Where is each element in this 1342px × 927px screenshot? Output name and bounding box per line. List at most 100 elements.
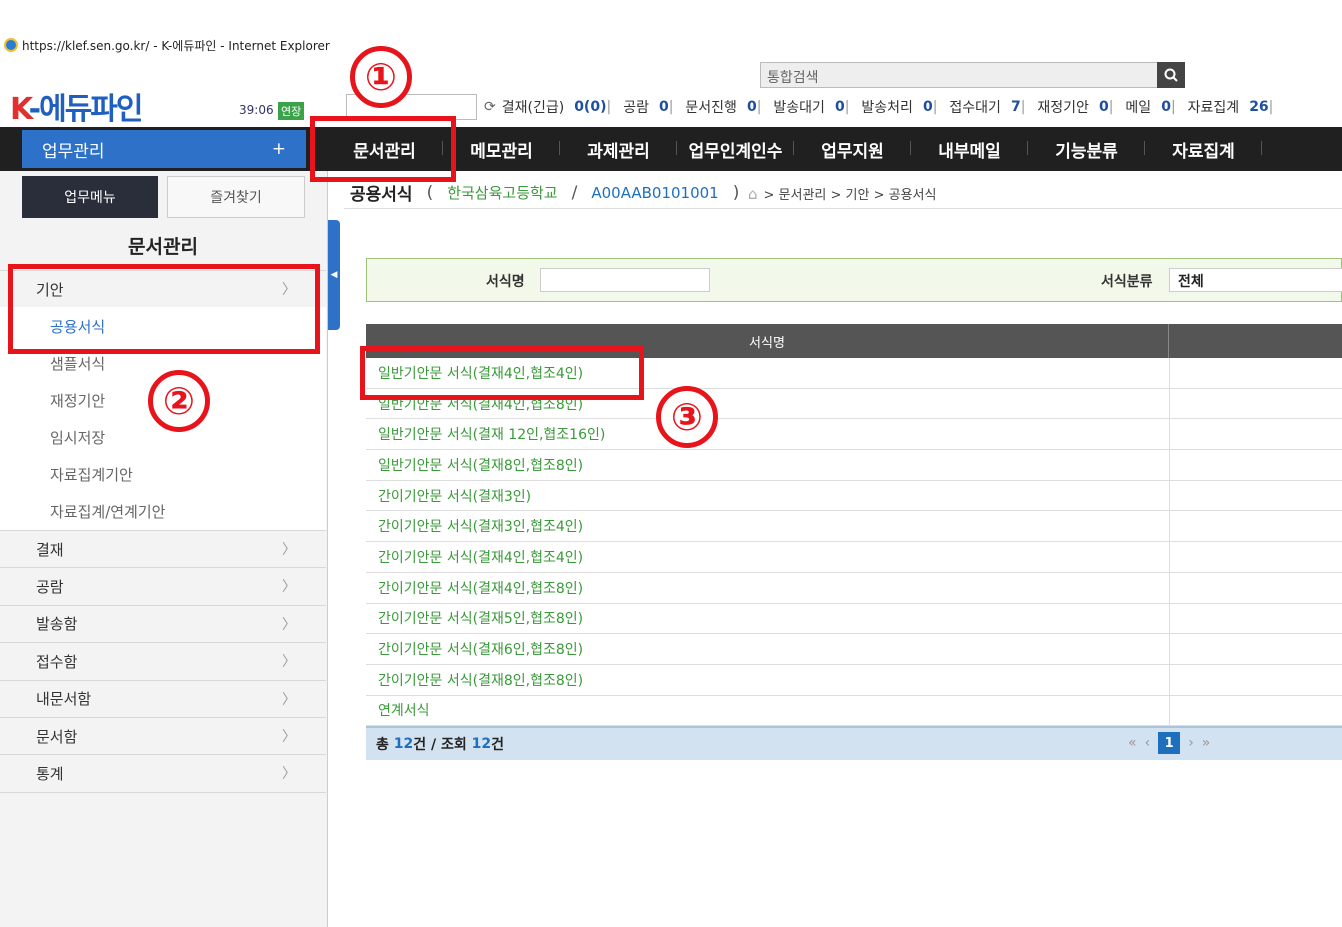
form-name-link[interactable]: 간이기안문 서식(결재3인) [378,486,531,506]
column-divider [1169,419,1170,450]
form-name-link[interactable]: 간이기안문 서식(결재8인,협조8인) [378,670,583,690]
tab-work-menu[interactable]: 업무메뉴 [22,176,158,218]
form-name-input[interactable] [540,268,710,292]
sidebar-item[interactable]: 문서함 〉 [0,717,326,754]
sidebar-subitem[interactable]: 자료집계기안 [0,456,326,493]
status-separator: | [756,99,762,115]
total-count: 12 [393,736,414,752]
tab-favorites[interactable]: 즐겨찾기 [167,176,305,218]
sidebar-collapse-handle[interactable]: ◀ [328,220,340,330]
org-code: A00AAB0101001 [591,183,719,202]
view-count: 12 [471,736,492,752]
form-name-link[interactable]: 일반기안문 서식(결재 12인,협조16인) [378,424,605,444]
status-separator: | [932,99,938,115]
status-separator: | [668,99,674,115]
last-page-icon[interactable]: » [1202,735,1211,751]
nav-item[interactable]: 업무인계인수 [677,137,794,162]
chevron-right-icon: 〉 [282,579,296,596]
plus-icon[interactable]: + [272,139,286,159]
table-row[interactable]: 일반기안문 서식(결재 12인,협조16인) [366,419,1342,451]
home-icon[interactable]: ⌂ [748,185,758,203]
table-row[interactable]: 간이기안문 서식(결재4인,협조8인) [366,572,1342,604]
annotation-box-3 [360,346,644,400]
prev-page-icon[interactable]: ‹ [1145,735,1151,751]
sidebar-item-label: 내문서함 [36,690,92,709]
page-title: 공용서식 ( 한국삼육고등학교 / A00AAB0101001 ) [350,182,740,206]
sidebar-item[interactable]: 접수함 〉 [0,642,326,679]
table-row[interactable]: 일반기안문 서식(결재8인,협조8인) [366,450,1342,481]
status-count: 0(0) [574,99,607,115]
sidebar-subitem[interactable]: 자료집계/연계기안 [0,493,326,530]
column-divider [1169,695,1170,726]
table-row[interactable]: 간이기안문 서식(결재3인,협조4인) [366,511,1342,543]
status-count: 0 [1161,99,1171,115]
search-icon [1164,68,1178,82]
form-category-select[interactable]: 전체 [1169,268,1342,292]
status-item[interactable]: 자료집계 [1188,97,1240,117]
column-divider [1169,480,1170,511]
next-page-icon[interactable]: › [1188,735,1194,751]
table-row[interactable]: 간이기안문 서식(결재8인,협조8인) [366,664,1342,696]
status-item[interactable]: 발송처리 [861,97,913,117]
work-management-button[interactable]: 업무관리 + [22,130,306,168]
extend-session-button[interactable]: 연장 [278,102,305,120]
chevron-right-icon: 〉 [282,654,296,671]
status-item[interactable]: 공람 [623,97,649,117]
divider [0,791,326,793]
form-name-link[interactable]: 연계서식 [378,700,430,720]
sidebar-item-label: 접수함 [36,652,78,671]
table-row[interactable]: 간이기안문 서식(결재4인,협조4인) [366,542,1342,573]
status-item[interactable]: 재정기안 [1037,97,1089,117]
status-count: 7 [1010,99,1021,115]
status-item[interactable]: 발송대기 [773,97,825,117]
status-separator: | [844,99,850,115]
form-name-link[interactable]: 간이기안문 서식(결재5인,협조8인) [378,608,583,628]
search-input[interactable]: 통합검색 [760,62,1158,88]
table-row[interactable]: 간이기안문 서식(결재6인,협조8인) [366,634,1342,665]
form-name-link[interactable]: 간이기안문 서식(결재3인,협조4인) [378,516,583,536]
logo[interactable]: K-에듀파인 [10,84,143,128]
status-item[interactable]: 문서진행 [685,97,737,117]
sidebar-item[interactable]: 내문서함 〉 [0,679,326,717]
status-separator: | [1020,99,1026,115]
nav-item[interactable]: 자료집계 [1145,137,1262,162]
table-row[interactable]: 연계서식 [366,695,1342,727]
column-divider [1169,603,1170,634]
nav-item[interactable]: 과제관리 [560,137,677,162]
status-count: 26 [1249,99,1269,115]
column-divider [1169,358,1170,388]
nav-item[interactable]: 내부메일 [911,137,1028,162]
divider [344,208,1342,209]
breadcrumb: ⌂ > 문서관리 > 기안 > 공용서식 [748,184,937,204]
sidebar-item[interactable]: 통계 〉 [0,754,326,791]
first-page-icon[interactable]: « [1128,735,1137,751]
chevron-right-icon: 〉 [282,766,296,783]
nav-item[interactable]: 메모관리 [443,137,560,162]
nav-item[interactable]: 업무지원 [794,137,911,162]
nav-item[interactable]: 기능분류 [1028,137,1145,162]
school-name: 한국삼육고등학교 [447,184,558,202]
page-button-current[interactable]: 1 [1158,732,1181,754]
column-divider [1169,572,1170,603]
form-name-link[interactable]: 간이기안문 서식(결재4인,협조8인) [378,578,583,598]
status-item[interactable]: 메일 [1125,97,1151,117]
status-item[interactable]: 결재(긴급) [502,97,564,117]
status-count: 0 [1098,99,1109,115]
form-name-link[interactable]: 간이기안문 서식(결재6인,협조8인) [378,639,583,659]
sidebar-item[interactable]: 공람 〉 [0,567,326,604]
table-row[interactable]: 간이기안문 서식(결재3인) [366,480,1342,512]
sidebar-item[interactable]: 결재 〉 [0,530,326,567]
ie-icon [4,38,18,52]
annotation-badge-3: ③ [656,386,718,448]
chevron-right-icon: 〉 [282,616,296,633]
refresh-icon[interactable]: ⟳ [484,99,496,115]
search-button[interactable] [1157,62,1185,88]
sidebar-item[interactable]: 발송함 〉 [0,604,326,642]
form-name-label: 서식명 [486,274,525,290]
table-row[interactable]: 간이기안문 서식(결재5인,협조8인) [366,603,1342,635]
form-name-link[interactable]: 간이기안문 서식(결재4인,협조4인) [378,547,583,567]
form-name-link[interactable]: 일반기안문 서식(결재8인,협조8인) [378,455,583,475]
status-count: 0 [746,99,757,115]
status-item[interactable]: 접수대기 [949,97,1001,117]
window-title: https://klef.sen.go.kr/ - K-에듀파인 - Inter… [22,38,330,53]
